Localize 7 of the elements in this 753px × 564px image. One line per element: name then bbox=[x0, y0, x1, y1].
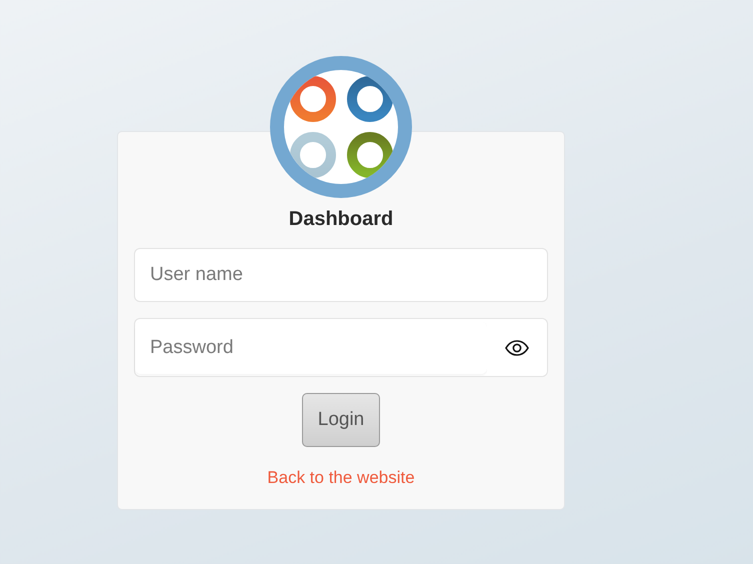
password-field[interactable]: Password bbox=[135, 322, 487, 374]
back-link[interactable]: Back to the website bbox=[267, 468, 415, 488]
username-field[interactable]: User name bbox=[134, 248, 548, 302]
login-button[interactable]: Login bbox=[302, 393, 380, 447]
eye-icon bbox=[505, 340, 529, 356]
card-title: Dashboard bbox=[288, 208, 394, 231]
password-input-group[interactable]: Password bbox=[134, 318, 548, 377]
